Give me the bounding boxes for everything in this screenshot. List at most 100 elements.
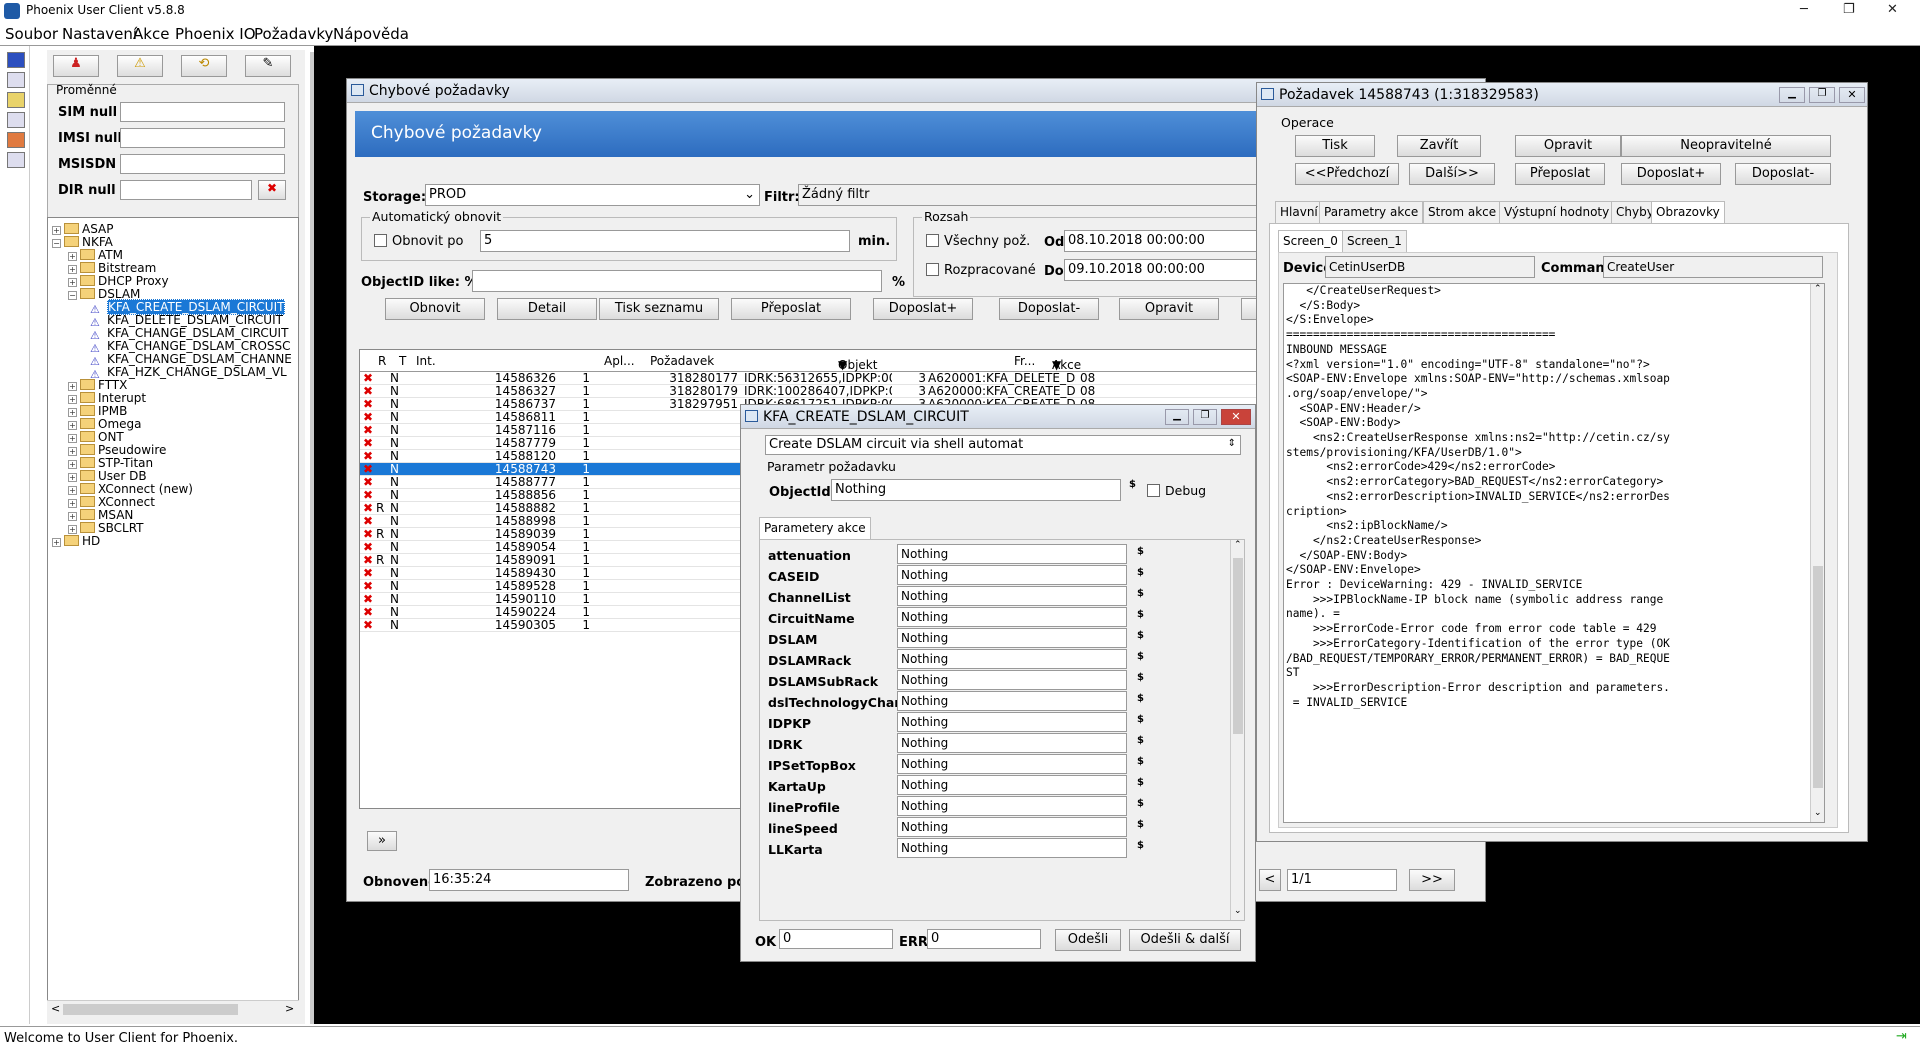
filter-icon[interactable]: ▼ (838, 358, 847, 372)
maximize-icon[interactable]: ❐ (1843, 2, 1855, 17)
col-fr[interactable]: Fr... (1014, 354, 1035, 368)
expand-icon[interactable]: + (68, 499, 77, 508)
tree-item[interactable]: ⚠ KFA_CHANGE_DSLAM_CIRCUIT (90, 326, 288, 341)
close-icon[interactable]: ✕ (1221, 409, 1251, 425)
expand-icon[interactable]: + (68, 278, 77, 287)
obnovit-po-checkbox[interactable]: Obnovit po (374, 234, 463, 249)
user-icon-button[interactable]: ♟ (53, 55, 99, 77)
detail-button[interactable]: Detail (497, 298, 597, 320)
param-value-input[interactable]: Nothing (897, 712, 1127, 732)
msisdn-input[interactable] (120, 154, 285, 174)
params-vscrollbar[interactable]: ⌃ ⌄ (1230, 540, 1244, 920)
objectid-input[interactable]: Nothing (831, 479, 1121, 501)
odesli-button[interactable]: Odešli (1055, 929, 1121, 951)
param-value-input[interactable]: Nothing (897, 670, 1127, 690)
connect-icon[interactable]: ⇥ (1896, 1029, 1907, 1044)
obnovit-input[interactable]: 5 (480, 230, 850, 252)
opravit-button[interactable]: Opravit (1515, 135, 1621, 157)
warning-icon-button[interactable]: ⚠ (117, 55, 163, 77)
tree-icon[interactable] (7, 112, 25, 128)
collapse-icon[interactable]: − (52, 239, 61, 248)
tab-parametry-akce[interactable]: Parametry akce (1319, 201, 1424, 223)
tree-folder[interactable]: + Pseudowire (68, 443, 166, 457)
do-input[interactable]: 09.10.2018 00:00:00 (1064, 259, 1284, 281)
expand-icon[interactable]: + (68, 382, 77, 391)
doposlat-plus-button[interactable]: Doposlat+ (1621, 163, 1721, 185)
col-pozadavek[interactable]: Požadavek (650, 354, 714, 368)
tree-folder[interactable]: + Interupt (68, 391, 146, 405)
tree-folder[interactable]: + SBCLRT (68, 521, 144, 535)
preposlat-button[interactable]: Přeposlat (731, 298, 851, 320)
expand-icon[interactable]: + (68, 252, 77, 261)
expand-icon[interactable]: + (68, 473, 77, 482)
expand-icon[interactable]: + (68, 525, 77, 534)
tree-folder[interactable]: + MSAN (68, 508, 133, 522)
scroll-thumb[interactable] (1813, 566, 1823, 788)
param-value-input[interactable]: Nothing (897, 691, 1127, 711)
param-value-input[interactable]: Nothing (897, 817, 1127, 837)
dalsi-button[interactable]: Další>> (1409, 163, 1495, 185)
maximize-icon[interactable]: ❐ (1193, 409, 1217, 425)
tree-folder[interactable]: + DHCP Proxy (68, 274, 169, 288)
minimize-icon[interactable]: ▁ (1779, 87, 1805, 103)
maximize-icon[interactable]: ❐ (1809, 87, 1835, 103)
tisk-seznamu-button[interactable]: Tisk seznamu (599, 298, 719, 320)
chart-icon[interactable] (7, 92, 25, 108)
preposlat-button[interactable]: Přeposlat (1515, 163, 1605, 185)
expand-icon[interactable]: + (68, 408, 77, 417)
param-value-input[interactable]: Nothing (897, 586, 1127, 606)
tree-folder[interactable]: + IPMB (68, 404, 127, 418)
expand-icon[interactable]: + (68, 421, 77, 430)
card-icon[interactable] (7, 152, 25, 168)
storage-select[interactable]: PROD ⌄ (425, 184, 760, 206)
tree-item[interactable]: ⚠ KFA_HZK_CHANGE_DSLAM_VL (90, 365, 287, 380)
param-value-input[interactable]: Nothing (897, 775, 1127, 795)
col-r[interactable]: R (378, 354, 386, 368)
expand-icon[interactable]: + (68, 434, 77, 443)
expand-icon[interactable]: + (68, 486, 77, 495)
close-icon[interactable]: ✕ (1839, 87, 1865, 103)
menu-nastaveni[interactable]: Nastavení (62, 25, 137, 43)
scroll-down-icon[interactable]: ⌄ (1234, 906, 1242, 916)
monitor-icon[interactable] (7, 52, 25, 68)
odesli-dalsi-button[interactable]: Odešli & další (1129, 929, 1241, 951)
imsi-input[interactable] (120, 128, 285, 148)
clear-icon[interactable]: ✖ (258, 180, 286, 200)
tree-folder[interactable]: + HD (52, 534, 100, 548)
expand-icon[interactable]: + (68, 512, 77, 521)
minimize-icon[interactable]: ▁ (1165, 409, 1189, 425)
tisk-button[interactable]: Tisk (1295, 135, 1375, 157)
tree-folder[interactable]: + ONT (68, 430, 124, 444)
table-row[interactable]: ✖ N 14586327 1 318280179 IDRK:100286407,IDPKP… (360, 385, 1294, 398)
scroll-thumb[interactable] (1233, 558, 1243, 734)
tree-folder[interactable]: + Omega (68, 417, 142, 431)
expand-icon[interactable]: + (68, 447, 77, 456)
menu-pozadavky[interactable]: Požadavky (254, 25, 333, 43)
tree-item[interactable]: ⚠ KFA_CHANGE_DSLAM_CROSSC (90, 339, 291, 354)
tree-item[interactable]: ⚠ KFA_CREATE_DSLAM_CIRCUIT (90, 299, 286, 315)
opravit-button[interactable]: Opravit (1119, 298, 1219, 320)
scroll-right-icon[interactable]: > (285, 1002, 294, 1015)
tree-folder[interactable]: + FTTX (68, 378, 127, 392)
tree-hscrollbar[interactable]: < > (47, 1000, 299, 1017)
tab-screen-1[interactable]: Screen_1 (1342, 230, 1407, 252)
message-text-area[interactable]: </CreateUserRequest> </S:Body> </S:Envel… (1283, 283, 1825, 823)
filter-icon[interactable]: ▼ (1052, 358, 1061, 372)
menu-akce[interactable]: Akce (133, 25, 169, 43)
tree-item[interactable]: ⚠ KFA_CHANGE_DSLAM_CHANNE (90, 352, 292, 367)
minimize-icon[interactable]: ─ (1800, 2, 1808, 17)
scroll-up-icon[interactable]: ⌃ (1234, 540, 1242, 550)
menu-napoveda[interactable]: Nápověda (333, 25, 409, 43)
doposlat-plus-button[interactable]: Doposlat+ (873, 298, 973, 320)
refresh-icon-button[interactable]: ⟲ (181, 55, 227, 77)
param-value-input[interactable]: Nothing (897, 733, 1127, 753)
expand-icon[interactable]: + (52, 538, 61, 547)
tab-hlavni[interactable]: Hlavní (1275, 201, 1323, 223)
vsechny-checkbox[interactable]: Všechny pož. (926, 234, 1030, 249)
neopravitelne-button[interactable]: Neopravitelné (1621, 135, 1831, 157)
tab-strom-akce[interactable]: Strom akce (1423, 201, 1502, 223)
tree-folder[interactable]: + XConnect (68, 495, 155, 509)
sim-input[interactable] (120, 102, 285, 122)
message-vscrollbar[interactable]: ⌃ ⌄ (1810, 284, 1824, 822)
expand-button[interactable]: » (367, 831, 397, 851)
